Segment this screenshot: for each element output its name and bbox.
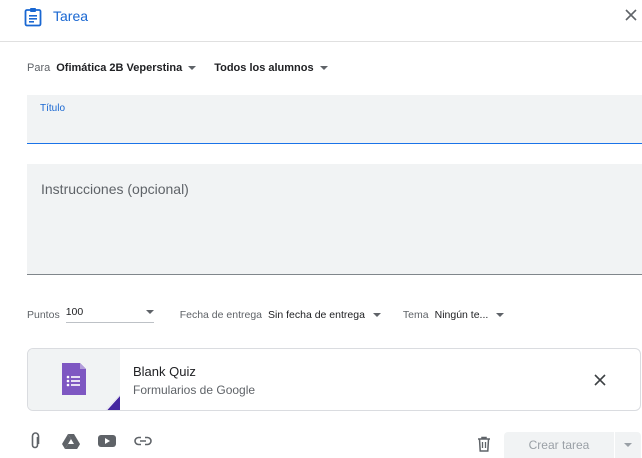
link-icon[interactable] (134, 432, 152, 450)
attachment-thumbnail (28, 349, 120, 410)
attach-toolbar (26, 432, 170, 450)
audience-row: Para Ofimática 2B Veperstina Todos los a… (27, 62, 328, 74)
close-icon[interactable] (622, 6, 640, 24)
due-date-value: Sin fecha de entrega (268, 308, 365, 321)
due-date-dropdown[interactable]: Sin fecha de entrega (268, 309, 381, 321)
google-drive-icon[interactable] (62, 432, 80, 450)
meta-row: Puntos 100 Fecha de entrega Sin fecha de… (27, 306, 526, 323)
create-options-dropdown[interactable] (615, 432, 641, 458)
create-assignment-button-group: Crear tarea (504, 432, 641, 458)
topic-label: Tema (402, 308, 429, 321)
instructions-input[interactable] (39, 179, 629, 264)
youtube-icon[interactable] (98, 432, 116, 450)
chevron-down-icon (319, 66, 328, 70)
topic-dropdown[interactable]: Ningún te... (435, 309, 505, 321)
attachment-subtitle: Formularios de Google (133, 383, 256, 397)
chevron-down-icon (145, 310, 154, 314)
due-date-label: Fecha de entrega (179, 308, 263, 321)
students-dropdown[interactable]: Todos los alumnos (214, 62, 328, 74)
chevron-down-icon (188, 66, 197, 70)
points-value: 100 (65, 306, 84, 318)
remove-attachment-icon[interactable] (593, 373, 607, 387)
students-value: Todos los alumnos (214, 62, 314, 74)
topic-value: Ningún te... (434, 308, 489, 321)
attachment-card[interactable]: Blank Quiz Formularios de Google (27, 348, 641, 411)
points-dropdown[interactable]: 100 (65, 306, 154, 323)
google-forms-icon (62, 363, 120, 410)
dialog-title: Tarea (53, 8, 89, 24)
instructions-field[interactable] (27, 164, 642, 275)
assignment-icon (24, 8, 42, 27)
trash-icon[interactable] (477, 436, 491, 452)
for-label: Para (27, 62, 51, 74)
attachment-title: Blank Quiz (133, 364, 196, 379)
chevron-down-icon (624, 443, 632, 447)
attach-icon[interactable] (26, 432, 44, 450)
chevron-down-icon (496, 312, 505, 317)
class-name: Ofimática 2B Veperstina (56, 62, 183, 74)
chevron-down-icon (372, 312, 381, 317)
points-label: Puntos (27, 308, 60, 321)
title-input[interactable] (39, 117, 629, 139)
title-field[interactable]: Título (27, 95, 642, 144)
class-dropdown[interactable]: Ofimática 2B Veperstina (56, 62, 197, 74)
dialog-header: Tarea (0, 0, 642, 42)
create-assignment-button[interactable]: Crear tarea (504, 432, 615, 458)
title-field-label: Título (40, 103, 66, 114)
